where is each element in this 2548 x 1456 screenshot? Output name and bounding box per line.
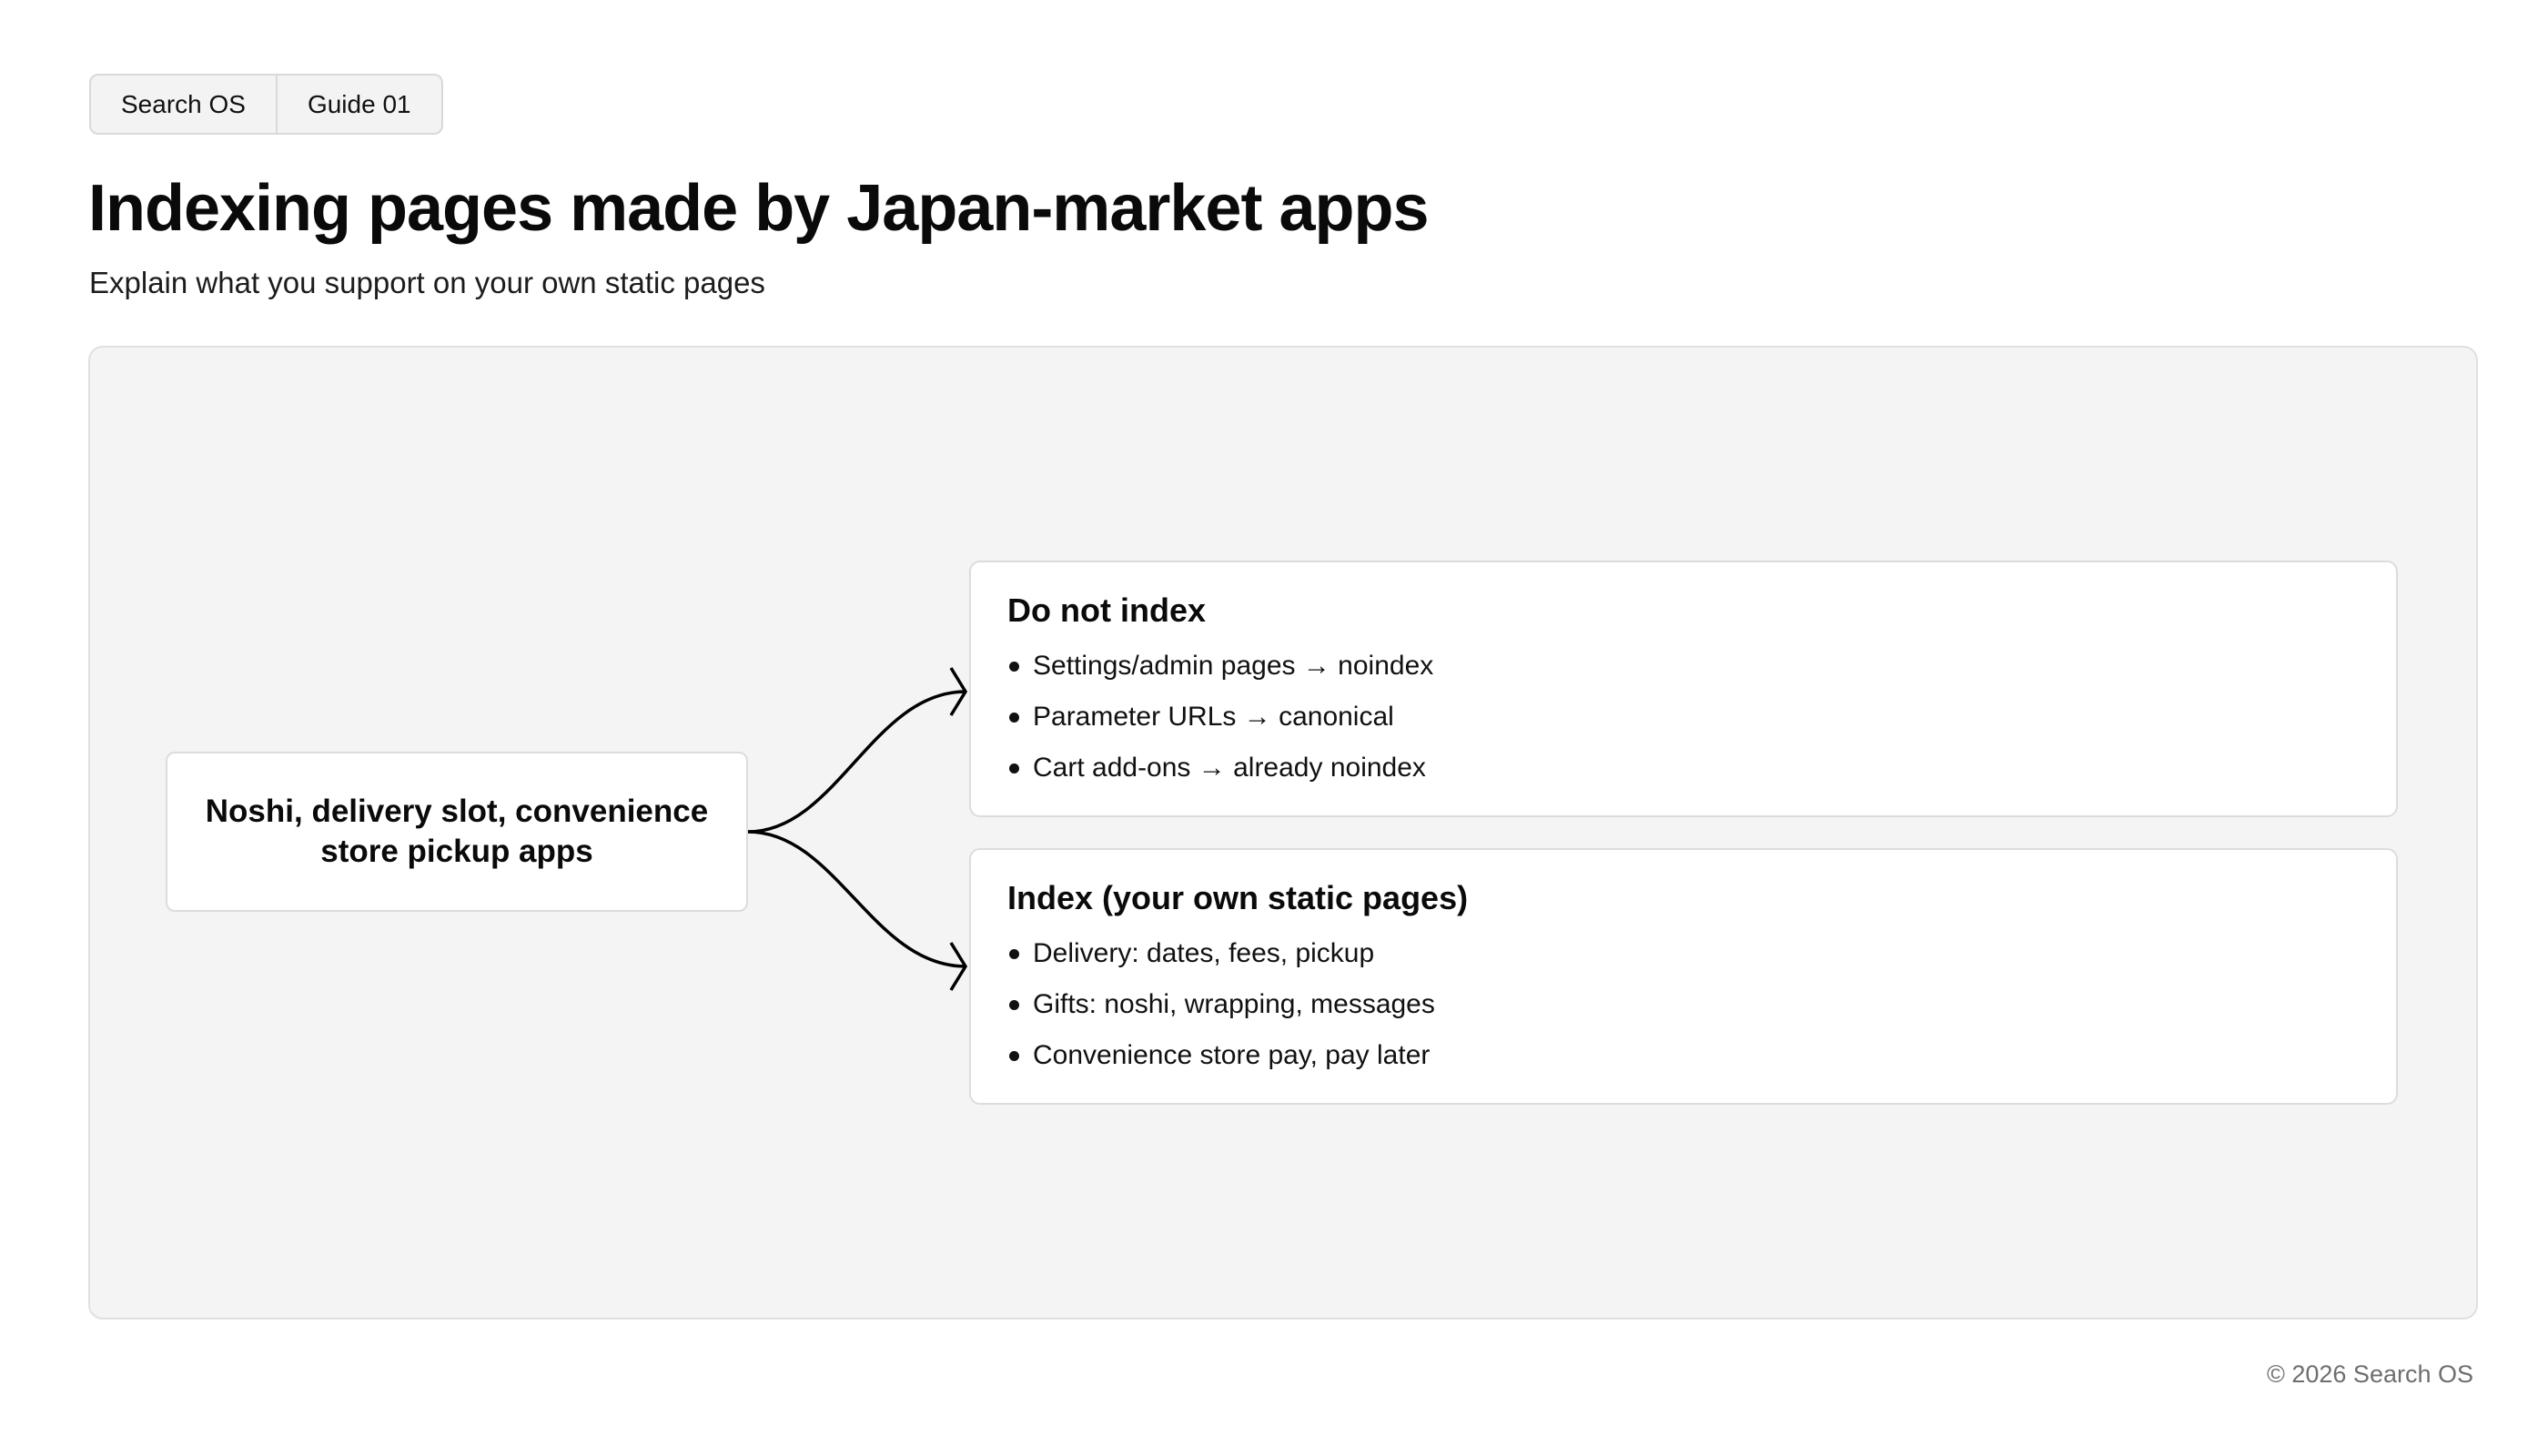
list-item: Gifts: noshi, wrapping, messages xyxy=(1007,979,2360,1030)
source-node: Noshi, delivery slot, convenience store … xyxy=(166,752,748,912)
index-card: Index (your own static pages) Delivery: … xyxy=(969,848,2398,1105)
tab-guide-01[interactable]: Guide 01 xyxy=(275,76,441,133)
tab-search-os[interactable]: Search OS xyxy=(91,76,276,133)
footer-copyright: © 2026 Search OS xyxy=(2266,1360,2473,1388)
arrow-to-index xyxy=(747,830,966,968)
index-title: Index (your own static pages) xyxy=(1007,879,1469,916)
do-not-index-title: Do not index xyxy=(1007,592,1206,629)
arrowhead-do-not-index xyxy=(949,667,968,716)
arrowhead-index xyxy=(949,942,968,991)
list-item: Cart add-ons → already noindex xyxy=(1007,743,2360,794)
diagram-panel: Noshi, delivery slot, convenience store … xyxy=(88,346,2478,1320)
source-node-label: Noshi, delivery slot, convenience store … xyxy=(205,794,709,869)
list-item: Settings/admin pages → noindex xyxy=(1007,641,2360,692)
breadcrumb-tabs: Search OS Guide 01 xyxy=(89,74,443,135)
list-item: Parameter URLs → canonical xyxy=(1007,692,2360,743)
do-not-index-list: Settings/admin pages → noindex Parameter… xyxy=(1007,641,2360,794)
index-list: Delivery: dates, fees, pickup Gifts: nos… xyxy=(1007,928,2360,1081)
list-item: Convenience store pay, pay later xyxy=(1007,1030,2360,1081)
page-subtitle: Explain what you support on your own sta… xyxy=(89,266,765,299)
do-not-index-card: Do not index Settings/admin pages → noin… xyxy=(969,561,2398,817)
arrow-to-do-not-index xyxy=(747,690,966,834)
list-item: Delivery: dates, fees, pickup xyxy=(1007,928,2360,979)
page-title: Indexing pages made by Japan-market apps xyxy=(88,172,1429,245)
